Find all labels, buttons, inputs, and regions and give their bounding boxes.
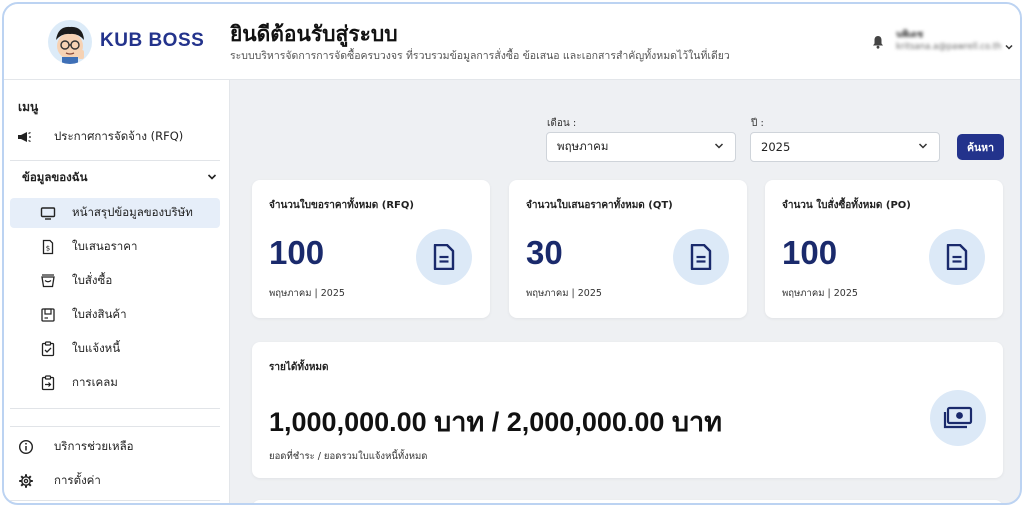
section-label: ข้อมูลของฉัน: [22, 170, 88, 184]
next-card-partial: [252, 500, 1003, 503]
year-label: ปี :: [751, 118, 764, 129]
card-title: จำนวนใบเสนอราคาทั้งหมด (QT): [526, 200, 673, 211]
money-icon: [930, 390, 986, 446]
user-email: kritsana.a@pawrell.co.th: [896, 42, 1002, 52]
claim-icon: [40, 375, 56, 391]
revenue-card: รายได้ทั้งหมด 1,000,000.00 บาท / 2,000,0…: [252, 342, 1003, 478]
rfq-count-card: จำนวนใบขอราคาทั้งหมด (RFQ) 100 พฤษภาคม |…: [252, 180, 490, 318]
card-value: 100: [269, 234, 325, 271]
sidebar-item-rfq[interactable]: ประกาศการจัดจ้าง (RFQ): [10, 122, 220, 152]
monitor-icon: [40, 205, 56, 221]
sidebar-item-label: ใบส่งสินค้า: [72, 307, 127, 321]
invoice-clipboard-icon: [40, 341, 56, 357]
year-select-value: 2025: [761, 140, 791, 154]
sidebar: เมนู ประกาศการจัดจ้าง (RFQ) ข้อมูลของฉัน: [4, 80, 230, 503]
sidebar-item-label: การตั้งค่า: [54, 473, 101, 487]
sidebar-item-help[interactable]: บริการช่วยเหลือ: [10, 432, 220, 462]
sidebar-item-claim[interactable]: การเคลม: [10, 368, 220, 398]
sidebar-item-label: การเคลม: [72, 375, 118, 389]
card-period: พฤษภาคม | 2025: [269, 288, 345, 299]
year-select[interactable]: 2025: [750, 132, 940, 162]
sidebar-item-label: หน้าสรุปข้อมูลของบริษัท: [72, 205, 193, 219]
search-button[interactable]: ค้นหา: [957, 134, 1004, 160]
sidebar-divider: [10, 408, 220, 409]
sidebar-item-label: ใบเสนอราคา: [72, 239, 138, 253]
sidebar-item-company-summary[interactable]: หน้าสรุปข้อมูลของบริษัท: [10, 198, 220, 228]
card-period: พฤษภาคม | 2025: [782, 288, 858, 299]
month-select-value: พฤษภาคม: [557, 139, 609, 153]
revenue-title: รายได้ทั้งหมด: [269, 362, 329, 373]
brand-logo[interactable]: KUB BOSS: [48, 20, 208, 64]
sidebar-item-label: ใบแจ้งหนี้: [72, 341, 121, 355]
po-count-card: จำนวน ใบสั่งซื้อทั้งหมด (PO) 100 พฤษภาคม…: [765, 180, 1003, 318]
month-label: เดือน :: [547, 118, 577, 129]
sidebar-divider: [10, 160, 220, 161]
chevron-down-icon[interactable]: [1004, 37, 1014, 50]
card-title: จำนวน ใบสั่งซื้อทั้งหมด (PO): [782, 200, 911, 211]
card-period: พฤษภาคม | 2025: [526, 288, 602, 299]
card-title: จำนวนใบขอราคาทั้งหมด (RFQ): [269, 200, 414, 211]
top-header: KUB BOSS ยินดีต้อนรับสู่ระบบ ระบบบริหารจ…: [4, 4, 1020, 80]
app-window: KUB BOSS ยินดีต้อนรับสู่ระบบ ระบบบริหารจ…: [2, 2, 1022, 505]
menu-heading: เมนู: [18, 100, 39, 114]
chevron-down-icon: [917, 140, 929, 155]
qt-count-card: จำนวนใบเสนอราคาทั้งหมด (QT) 30 พฤษภาคม |…: [509, 180, 747, 318]
sidebar-item-invoice[interactable]: ใบแจ้งหนี้: [10, 334, 220, 364]
svg-text:$: $: [46, 245, 50, 253]
my-data-section-toggle[interactable]: ข้อมูลของฉัน: [22, 166, 218, 190]
sidebar-item-settings[interactable]: การตั้งค่า: [10, 466, 220, 496]
sidebar-divider: [10, 500, 220, 501]
sidebar-item-quotation[interactable]: $ ใบเสนอราคา: [10, 232, 220, 262]
sidebar-item-label: บริการช่วยเหลือ: [54, 439, 134, 453]
document-icon: [416, 229, 472, 285]
card-value: 100: [782, 234, 838, 271]
basket-icon: [40, 273, 56, 289]
chevron-down-icon: [713, 140, 725, 155]
document-icon: [929, 229, 985, 285]
quote-document-icon: $: [40, 239, 56, 255]
page-subtitle: ระบบบริหารจัดการการจัดซื้อครบวงจร ที่รวบ…: [230, 50, 730, 62]
document-icon: [673, 229, 729, 285]
megaphone-icon: [16, 129, 32, 145]
brand-name: KUB BOSS: [100, 30, 205, 51]
mascot-icon: [48, 20, 92, 64]
user-name: นพิเดช: [896, 30, 924, 40]
card-value: 30: [526, 234, 563, 271]
gear-icon: [18, 473, 34, 489]
sidebar-item-label: ประกาศการจัดจ้าง (RFQ): [54, 129, 184, 143]
sidebar-item-purchase-order[interactable]: ใบสั่งซื้อ: [10, 266, 220, 296]
delivery-box-icon: [40, 307, 56, 323]
chevron-down-icon: [206, 171, 218, 186]
info-icon: [18, 439, 34, 455]
sidebar-item-label: ใบสั่งซื้อ: [72, 273, 113, 287]
revenue-caption: ยอดที่ชำระ / ยอดรวมใบแจ้งหนี้ทั้งหมด: [269, 451, 428, 462]
revenue-value: 1,000,000.00 บาท / 2,000,000.00 บาท: [269, 407, 723, 437]
sidebar-divider: [10, 426, 220, 427]
sidebar-item-delivery[interactable]: ใบส่งสินค้า: [10, 300, 220, 330]
bell-icon[interactable]: [870, 34, 886, 50]
month-select[interactable]: พฤษภาคม: [546, 132, 736, 162]
